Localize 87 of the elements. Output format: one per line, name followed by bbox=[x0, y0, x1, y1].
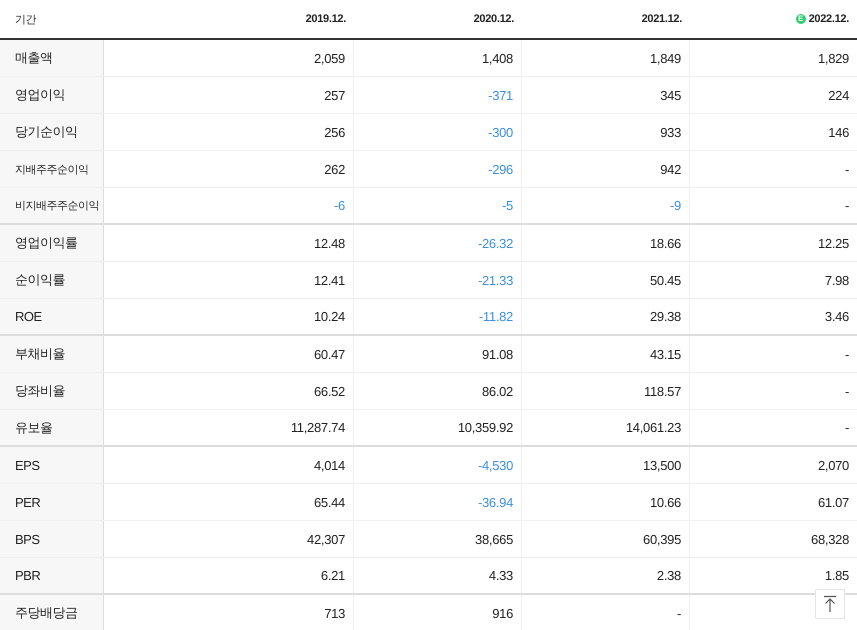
table-cell: 10.24 bbox=[314, 309, 345, 324]
table-cell: -4,530 bbox=[478, 458, 513, 472]
scroll-to-top-button[interactable] bbox=[815, 589, 845, 619]
table-cell: 10.66 bbox=[650, 494, 681, 510]
table-cell: 2,070 bbox=[818, 458, 849, 472]
table-cell: - bbox=[844, 162, 849, 176]
table-cell: 2.38 bbox=[656, 568, 681, 583]
table-cell: 933 bbox=[660, 124, 681, 140]
row-label: 영업이익 bbox=[15, 86, 65, 104]
table-cell: 2,059 bbox=[314, 50, 345, 66]
row-label: PBR bbox=[15, 568, 40, 583]
table-cell: 916 bbox=[492, 606, 513, 620]
row-label: 당좌비율 bbox=[15, 382, 65, 400]
row-label: 순이익률 bbox=[15, 271, 65, 289]
table-cell: 146 bbox=[828, 124, 849, 140]
table-cell: 14,061.23 bbox=[626, 420, 681, 435]
table-cell: - bbox=[844, 384, 849, 398]
row-label: 영업이익률 bbox=[15, 234, 78, 252]
row-label: 비지배주주순이익 bbox=[15, 199, 99, 213]
row-label: 매출액 bbox=[15, 49, 52, 67]
table-cell: 1,829 bbox=[818, 50, 849, 66]
column-header: 기간 bbox=[15, 12, 36, 26]
row-label: BPS bbox=[15, 532, 40, 546]
arrow-up-icon bbox=[823, 595, 837, 613]
row-label: PER bbox=[15, 494, 40, 510]
row-label: 주당배당금 bbox=[15, 604, 78, 622]
row-label: 유보율 bbox=[15, 418, 52, 436]
table-cell: -296 bbox=[488, 162, 513, 176]
table-cell: 6.21 bbox=[320, 568, 345, 583]
table-cell: 43.15 bbox=[650, 346, 681, 362]
table-cell: 61.07 bbox=[818, 494, 849, 510]
table-cell: 86.02 bbox=[482, 384, 513, 398]
table-cell: - bbox=[844, 346, 849, 362]
row-label: 부채비율 bbox=[15, 345, 65, 363]
table-cell: 1.85 bbox=[824, 568, 849, 583]
table-cell: 91.08 bbox=[482, 346, 513, 362]
column-header: 2022.12. bbox=[808, 13, 849, 25]
column-header: 2021.12. bbox=[642, 13, 682, 25]
column-header: 2019.12. bbox=[306, 13, 346, 25]
table-cell: 11,287.74 bbox=[290, 420, 345, 435]
table-cell: 4.33 bbox=[488, 568, 513, 583]
table-cell: 1,849 bbox=[650, 50, 681, 66]
table-cell: 12.48 bbox=[314, 236, 345, 250]
table-cell: 68,328 bbox=[811, 532, 849, 546]
table-cell: 60,395 bbox=[643, 532, 681, 546]
table-cell: 713 bbox=[324, 606, 345, 620]
table-cell: 118.57 bbox=[644, 384, 681, 398]
table-cell: 12.41 bbox=[314, 272, 345, 288]
table-cell: -11.82 bbox=[478, 309, 513, 324]
table-cell: -300 bbox=[488, 124, 513, 140]
table-cell: 256 bbox=[324, 124, 345, 140]
table-cell: 262 bbox=[324, 162, 345, 176]
table-cell: -9 bbox=[670, 198, 681, 213]
table-cell: 7.98 bbox=[824, 272, 849, 288]
table-cell: - bbox=[676, 606, 681, 620]
estimate-badge: E bbox=[796, 14, 806, 24]
table-cell: 4,014 bbox=[314, 458, 345, 472]
table-cell: 29.38 bbox=[650, 309, 681, 324]
table-cell: -36.94 bbox=[478, 494, 513, 510]
row-label: 지배주주순이익 bbox=[15, 162, 88, 176]
table-cell: 42,307 bbox=[307, 532, 345, 546]
table-cell: 65.44 bbox=[314, 494, 345, 510]
row-label: 당기순이익 bbox=[15, 123, 78, 141]
table-cell: 50.45 bbox=[650, 272, 681, 288]
table-cell: - bbox=[844, 198, 849, 213]
table-cell: 942 bbox=[660, 162, 681, 176]
table-cell: 257 bbox=[324, 88, 345, 102]
table-cell: 224 bbox=[828, 88, 849, 102]
table-cell: 12.25 bbox=[818, 236, 849, 250]
row-label: EPS bbox=[15, 458, 40, 472]
table-cell: - bbox=[844, 420, 849, 435]
row-label: ROE bbox=[15, 309, 42, 324]
table-cell: -5 bbox=[502, 198, 513, 213]
table-cell: -6 bbox=[334, 198, 345, 213]
table-cell: 38,665 bbox=[475, 532, 513, 546]
table-cell: 18.66 bbox=[650, 236, 681, 250]
table-cell: 66.52 bbox=[314, 384, 345, 398]
table-cell: 3.46 bbox=[824, 309, 849, 324]
table-cell: 345 bbox=[660, 88, 681, 102]
table-cell: -21.33 bbox=[478, 272, 513, 288]
table-cell: -371 bbox=[488, 88, 513, 102]
column-header: 2020.12. bbox=[474, 13, 514, 25]
table-cell: 13,500 bbox=[643, 458, 681, 472]
table-cell: -26.32 bbox=[478, 236, 513, 250]
table-cell: 10,359.92 bbox=[458, 420, 513, 435]
table-cell: 60.47 bbox=[314, 346, 345, 362]
table-cell: 1,408 bbox=[482, 50, 513, 66]
